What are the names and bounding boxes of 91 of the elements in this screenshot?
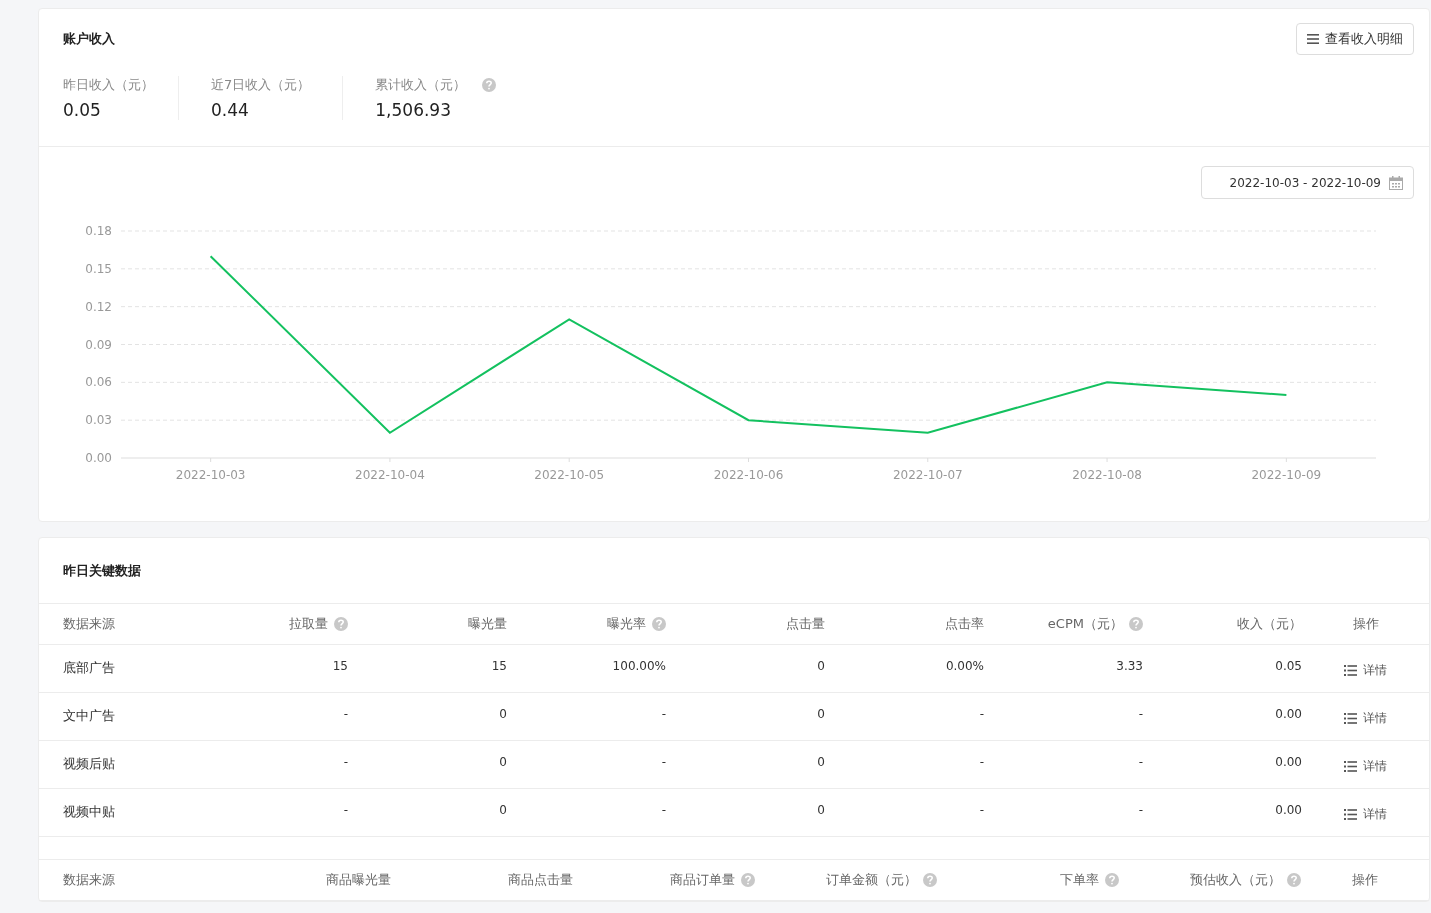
help-icon[interactable] (482, 78, 497, 92)
column-header: eCPM（元） (1047, 615, 1123, 633)
table-cell: - (979, 803, 984, 817)
table-cell: 0 (817, 803, 825, 817)
detail-link[interactable]: 详情 (1344, 806, 1387, 823)
table-cell: - (343, 755, 348, 769)
income-detail-button[interactable]: 查看收入明细 (1296, 23, 1414, 55)
calendar-icon (1389, 175, 1403, 190)
table-cell: 3.33 (1116, 659, 1143, 673)
x-tick-label: 2022-10-09 (1251, 468, 1322, 482)
column-header: 订单金额（元） (826, 871, 917, 889)
detail-link[interactable]: 详情 (1344, 662, 1387, 679)
table-cell: 0 (499, 755, 507, 769)
x-tick-label: 2022-10-07 (892, 468, 963, 482)
table-cell: 0.00% (945, 659, 984, 673)
table-cell: 文中广告 (63, 707, 115, 725)
menu-icon (1307, 34, 1319, 44)
help-icon[interactable] (1287, 873, 1301, 887)
column-header: 下单率 (1060, 871, 1099, 889)
x-tick-label: 2022-10-08 (1072, 468, 1142, 482)
list-icon (1344, 713, 1357, 724)
y-tick-label: 0.12 (85, 299, 112, 314)
table-cell: - (1138, 707, 1143, 721)
detail-link[interactable]: 详情 (1344, 710, 1387, 727)
table-cell: 0 (499, 803, 507, 817)
help-icon[interactable] (652, 617, 666, 631)
table-cell: 0 (817, 707, 825, 721)
table-cell: 0.00 (1275, 803, 1302, 817)
column-header: 收入（元） (1237, 615, 1302, 633)
help-icon[interactable] (1105, 873, 1119, 887)
list-icon (1344, 809, 1357, 820)
column-header: 商品曝光量 (326, 871, 391, 889)
table-cell: 0 (817, 755, 825, 769)
table-cell: 底部广告 (63, 659, 115, 677)
stat-label: 昨日收入（元） (63, 76, 154, 94)
column-header: 曝光量 (468, 615, 507, 633)
table-cell: 0.05 (1275, 659, 1302, 673)
column-header: 数据来源 (63, 615, 115, 633)
table-cell: - (343, 707, 348, 721)
table-cell: 0 (499, 707, 507, 721)
column-header: 商品订单量 (670, 871, 735, 889)
table-cell: 15 (491, 659, 507, 673)
y-tick-label: 0.15 (85, 261, 112, 276)
table-cell: 15 (332, 659, 348, 673)
column-header: 点击率 (945, 615, 984, 633)
card-title: 昨日关键数据 (63, 561, 141, 580)
list-icon (1344, 761, 1357, 772)
table-cell: - (661, 803, 666, 817)
table-cell: - (661, 707, 666, 721)
column-header: 曝光率 (607, 615, 646, 633)
table-cell: - (979, 755, 984, 769)
date-range-field[interactable]: 2022-10-03 - 2022-10-09 (1200, 166, 1414, 199)
table-cell: - (1138, 755, 1143, 769)
column-header: 数据来源 (63, 871, 115, 889)
y-tick-label: 0.18 (85, 224, 112, 238)
column-header: 操作 (1352, 615, 1379, 633)
column-header: 操作 (1352, 871, 1378, 889)
y-tick-label: 0.09 (85, 337, 112, 352)
table-cell: 100.00% (612, 659, 666, 673)
column-header: 预估收入（元） (1190, 871, 1281, 889)
stat-value: 1,506.93 (375, 100, 452, 120)
detail-link[interactable]: 详情 (1344, 758, 1387, 775)
table-cell: - (979, 707, 984, 721)
column-header: 商品点击量 (508, 871, 573, 889)
table-cell: - (661, 755, 666, 769)
column-header: 点击量 (786, 615, 825, 633)
column-header: 拉取量 (289, 615, 328, 633)
stat-label: 近7日收入（元） (211, 76, 311, 94)
stat-value: 0.05 (63, 100, 102, 120)
help-icon[interactable] (923, 873, 937, 887)
table-cell: 视频中贴 (63, 803, 115, 821)
y-tick-label: 0.00 (85, 451, 112, 465)
help-icon[interactable] (334, 617, 348, 631)
stat-label: 累计收入（元） (375, 76, 467, 94)
stat-value: 0.44 (211, 100, 250, 120)
y-tick-label: 0.03 (85, 413, 112, 428)
help-icon[interactable] (1129, 617, 1143, 631)
table-cell: 0.00 (1275, 755, 1302, 769)
x-tick-label: 2022-10-05 (534, 468, 605, 482)
table-cell: 0 (817, 659, 825, 673)
x-tick-label: 2022-10-04 (355, 468, 425, 482)
help-icon[interactable] (741, 873, 755, 887)
table-cell: 0.00 (1275, 707, 1302, 721)
table-cell: - (343, 803, 348, 817)
y-tick-label: 0.06 (85, 375, 112, 390)
x-tick-label: 2022-10-03 (175, 468, 246, 482)
list-icon (1344, 665, 1357, 676)
x-tick-label: 2022-10-06 (713, 468, 784, 482)
table-cell: 视频后贴 (63, 755, 115, 773)
table-cell: - (1138, 803, 1143, 817)
card-title: 账户收入 (63, 30, 115, 48)
